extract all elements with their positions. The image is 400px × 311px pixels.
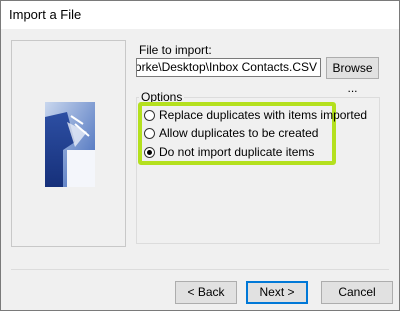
dialog-title: Import a File	[9, 7, 82, 22]
radio-allow-duplicates[interactable]	[144, 127, 155, 139]
option-allow-duplicates[interactable]: Allow duplicates to be created	[144, 125, 318, 141]
cancel-button[interactable]: Cancel	[321, 281, 393, 304]
file-to-import-label: File to import:	[139, 43, 212, 57]
radio-do-not-import-duplicates[interactable]	[144, 146, 155, 158]
option-do-not-import-duplicates[interactable]: Do not import duplicate items	[144, 144, 314, 160]
option-label: Do not import duplicate items	[159, 145, 315, 159]
next-button[interactable]: Next >	[246, 281, 308, 304]
import-file-dialog: Import a File File to import: C:\Users\s…	[0, 0, 400, 311]
file-path-value: C:\Users\siobhanororke\Desktop\Inbox Con…	[136, 60, 317, 74]
radio-replace-duplicates[interactable]	[144, 109, 155, 121]
browse-button[interactable]: Browse ...	[326, 57, 379, 95]
title-bar: Import a File	[1, 1, 399, 29]
option-label: Replace duplicates with items imported	[159, 108, 368, 122]
import-wizard-graphic-icon	[45, 102, 95, 187]
option-replace-duplicates[interactable]: Replace duplicates with items imported	[144, 107, 367, 123]
separator	[11, 269, 389, 270]
file-path-input[interactable]: C:\Users\siobhanororke\Desktop\Inbox Con…	[136, 58, 321, 77]
back-button[interactable]: < Back	[175, 281, 237, 304]
wizard-image-panel	[11, 40, 126, 247]
option-label: Allow duplicates to be created	[159, 126, 319, 140]
